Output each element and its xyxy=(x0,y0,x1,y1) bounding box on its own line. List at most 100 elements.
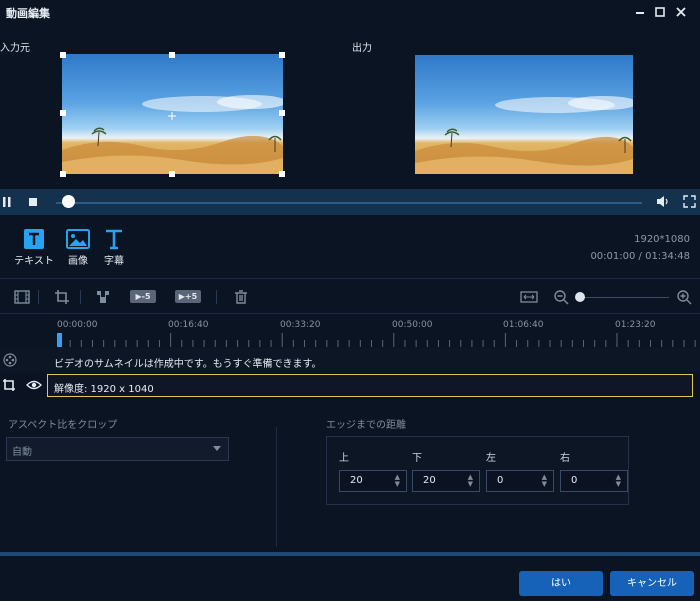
divider xyxy=(0,313,700,314)
title-bar xyxy=(0,0,700,24)
zoom-out-icon xyxy=(554,290,569,305)
edge-left-value: 0 xyxy=(497,475,504,486)
close-button[interactable] xyxy=(673,4,689,20)
crop-handle-bottom-right[interactable] xyxy=(279,171,285,177)
minimize-icon xyxy=(636,12,644,14)
split-button[interactable] xyxy=(95,289,111,305)
zoom-track[interactable] xyxy=(576,297,669,298)
film-button[interactable] xyxy=(14,289,30,305)
volume-icon xyxy=(657,196,668,207)
ruler-label: 00:33:20 xyxy=(280,320,321,330)
output-label: 出力 xyxy=(352,43,372,54)
edge-title: エッジまでの距離 xyxy=(326,420,406,431)
crop-track-button[interactable] xyxy=(2,378,16,392)
crop-handle-right[interactable] xyxy=(279,110,285,116)
maximize-icon xyxy=(655,7,665,17)
text-tool-label: テキスト xyxy=(14,256,54,267)
edge-label-left: 左 xyxy=(486,453,496,464)
resolution-info: 1920*1080 xyxy=(634,234,690,245)
maximize-button[interactable] xyxy=(652,4,668,20)
crop-handle-top-right[interactable] xyxy=(279,52,285,58)
input-label: 入力元 xyxy=(0,43,30,54)
ruler-label: 01:23:20 xyxy=(615,320,656,330)
edge-top-input[interactable]: 20 ▲ ▼ xyxy=(339,470,407,492)
toolbar-divider xyxy=(80,290,81,304)
toolbar-divider xyxy=(38,290,39,304)
edge-label-top: 上 xyxy=(339,453,349,464)
fullscreen-icon xyxy=(683,195,696,208)
skip-back-button[interactable]: ▶-5 xyxy=(130,290,156,303)
ruler-label: 01:06:40 xyxy=(503,320,544,330)
clip-resolution-label: 解像度: 1920 x 1040 xyxy=(54,384,154,395)
text-icon xyxy=(24,229,44,249)
minimize-button[interactable] xyxy=(632,4,648,20)
eye-icon xyxy=(26,380,42,390)
bottom-accent-bar xyxy=(0,552,700,556)
subtitle-tool-label: 字幕 xyxy=(104,256,124,267)
ruler-label: 00:16:40 xyxy=(168,320,209,330)
stop-button[interactable] xyxy=(28,197,38,207)
crop-handle-bottom-left[interactable] xyxy=(60,171,66,177)
pause-button[interactable] xyxy=(2,196,12,208)
ruler-label: 00:50:00 xyxy=(392,320,433,330)
zoom-in-icon xyxy=(677,290,692,305)
edge-right-value: 0 xyxy=(571,475,578,486)
text-tool[interactable]: テキスト xyxy=(12,228,56,267)
film-reel-icon xyxy=(3,353,17,367)
pause-icon xyxy=(3,197,11,207)
desert-scene-image xyxy=(415,96,633,174)
crop-handle-top[interactable] xyxy=(169,52,175,58)
fit-timeline-button[interactable] xyxy=(520,289,538,305)
edge-label-bottom: 下 xyxy=(412,453,422,464)
crop-icon xyxy=(3,379,15,391)
edge-left-input[interactable]: 0 ▲ ▼ xyxy=(486,470,554,492)
seek-handle[interactable] xyxy=(62,195,75,208)
zoom-in-button[interactable] xyxy=(676,289,692,305)
ok-button[interactable]: はい xyxy=(519,571,603,596)
edge-right-input[interactable]: 0 ▲ ▼ xyxy=(560,470,628,492)
visibility-toggle[interactable] xyxy=(26,379,42,391)
seek-track[interactable] xyxy=(56,202,642,204)
crop-handle-left[interactable] xyxy=(60,110,66,116)
image-icon xyxy=(66,229,90,249)
spinner-arrows-icon[interactable]: ▲ ▼ xyxy=(395,474,400,488)
ruler-label: 00:00:00 xyxy=(57,320,98,330)
zoom-handle[interactable] xyxy=(575,292,585,302)
subtitle-tool[interactable]: 字幕 xyxy=(92,228,136,267)
crop-icon xyxy=(55,290,69,304)
aspect-select[interactable] xyxy=(6,437,229,461)
panel-divider xyxy=(276,427,277,547)
split-icon xyxy=(97,291,109,303)
edge-bottom-input[interactable]: 20 ▲ ▼ xyxy=(412,470,480,492)
trash-icon xyxy=(235,290,247,304)
spinner-arrows-icon[interactable]: ▲ ▼ xyxy=(468,474,473,488)
delete-button[interactable] xyxy=(233,289,249,305)
fullscreen-button[interactable] xyxy=(683,195,696,208)
subtitle-icon xyxy=(106,229,122,250)
close-icon xyxy=(676,7,686,17)
output-preview xyxy=(415,55,633,174)
divider xyxy=(0,278,700,279)
volume-button[interactable] xyxy=(656,195,670,208)
aspect-title: アスペクト比をクロップ xyxy=(8,420,118,431)
skip-forward-button[interactable]: ▶+5 xyxy=(175,290,201,303)
cancel-button[interactable]: キャンセル xyxy=(610,571,694,596)
time-info: 00:01:00 / 01:34:48 xyxy=(590,251,690,262)
toolbar-divider xyxy=(216,290,217,304)
playhead[interactable] xyxy=(57,333,62,347)
crop-button[interactable] xyxy=(54,289,70,305)
film-icon xyxy=(14,290,30,304)
zoom-out-button[interactable] xyxy=(553,289,569,305)
edge-bottom-value: 20 xyxy=(423,475,436,486)
spinner-arrows-icon[interactable]: ▲ ▼ xyxy=(542,474,547,488)
desert-scene-image xyxy=(62,95,283,174)
spinner-arrows-icon[interactable]: ▲ ▼ xyxy=(616,474,621,488)
crop-handle-top-left[interactable] xyxy=(60,52,66,58)
stop-icon xyxy=(29,198,37,206)
window-title: 動画編集 xyxy=(6,7,50,20)
crop-handle-bottom[interactable] xyxy=(169,171,175,177)
chevron-down-icon xyxy=(213,446,221,451)
thumbnail-notice: ビデオのサムネイルは作成中です。もうすぐ準備できます。 xyxy=(54,359,322,370)
timeline-ruler[interactable] xyxy=(50,333,700,347)
input-preview[interactable] xyxy=(62,54,283,174)
